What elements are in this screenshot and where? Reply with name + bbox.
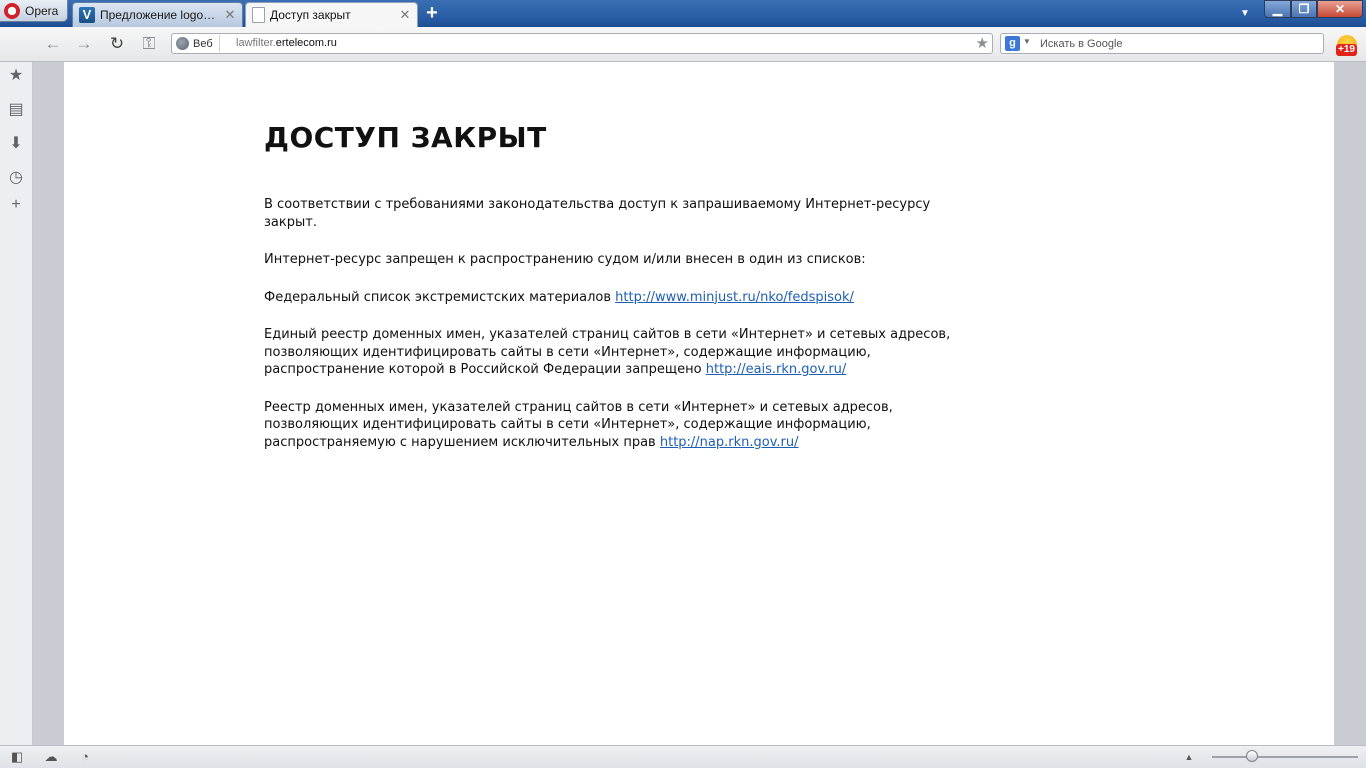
cloud-icon[interactable]: ☁ xyxy=(43,749,59,765)
speedometer-icon[interactable]: ◔ xyxy=(77,749,93,765)
notification-count-badge: +19 xyxy=(1336,44,1357,56)
browser-viewport: ДОСТУП ЗАКРЫТ В соответствии с требовани… xyxy=(33,62,1366,745)
side-panel: ★ ▤ ⬇ ◷ + xyxy=(0,62,33,745)
forward-arrow-icon[interactable]: → xyxy=(73,34,95,54)
history-clock-icon[interactable]: ◷ xyxy=(7,169,25,187)
close-icon[interactable]: ✕ xyxy=(224,8,236,21)
list-item-text: Единый реестр доменных имен, указателей … xyxy=(264,327,951,377)
page-icon xyxy=(252,7,265,23)
downloads-icon[interactable]: ⬇ xyxy=(7,135,25,153)
zoom-slider-handle[interactable] xyxy=(1246,750,1258,762)
zoom-slider-track[interactable] xyxy=(1212,756,1358,758)
eais-link[interactable]: http://eais.rkn.gov.ru/ xyxy=(706,362,847,377)
nap-link[interactable]: http://nap.rkn.gov.ru/ xyxy=(660,435,799,450)
opera-menu-button[interactable]: Opera xyxy=(0,0,68,22)
list-item: Единый реестр доменных имен, указателей … xyxy=(264,326,964,379)
url-prefix: lawfilter. xyxy=(236,37,276,49)
status-bar: ◧ ☁ ◔ ▲ xyxy=(0,745,1366,768)
fedspisok-link[interactable]: http://www.minjust.ru/nko/fedspisok/ xyxy=(615,290,854,305)
bookmark-star-icon[interactable]: ★ xyxy=(976,34,989,52)
list-item: Федеральный список экстремистских матери… xyxy=(264,289,964,307)
notes-icon[interactable]: ▤ xyxy=(7,101,25,119)
google-icon[interactable]: g xyxy=(1005,36,1020,51)
reload-icon[interactable]: ↻ xyxy=(106,34,128,54)
site-info-label: Веб xyxy=(193,37,213,50)
new-tab-button[interactable]: + xyxy=(423,3,441,23)
view-toggle-icon[interactable]: ▲ xyxy=(1181,749,1197,765)
tab-access-closed[interactable]: Доступ закрыт ✕ xyxy=(245,2,418,27)
url-domain: ertelecom.ru xyxy=(275,37,337,49)
tab-title: Доступ закрыт xyxy=(270,8,351,22)
list-item: Реестр доменных имен, указателей страниц… xyxy=(264,399,964,452)
address-bar[interactable]: Веб lawfilter.ertelecom.ru ★ xyxy=(171,33,993,54)
close-icon[interactable]: ✕ xyxy=(399,8,411,21)
search-placeholder: Искать в Google xyxy=(1040,38,1123,50)
list-item-text: Федеральный список экстремистских матери… xyxy=(264,289,616,305)
web-page: ДОСТУП ЗАКРЫТ В соответствии с требовани… xyxy=(64,62,1334,745)
scrollbar[interactable] xyxy=(1334,62,1366,745)
opera-logo-icon xyxy=(4,2,20,19)
site-info-badge[interactable]: Веб xyxy=(176,35,220,52)
tab-title: Предложение logon Ко... xyxy=(100,8,219,22)
key-icon[interactable]: ⚿ xyxy=(138,34,160,54)
back-arrow-icon[interactable]: ← xyxy=(42,34,64,54)
tab-list-chevron-icon[interactable]: ▼ xyxy=(1240,8,1250,19)
address-url[interactable]: lawfilter.ertelecom.ru xyxy=(236,37,337,49)
tab-offer[interactable]: V Предложение logon Ко... ✕ xyxy=(72,2,243,27)
intro-paragraph: В соответствии с требованиями законодате… xyxy=(264,197,931,230)
search-field[interactable]: g ▼ Искать в Google xyxy=(1000,33,1324,54)
navigation-toolbar: ← → ↻ ⚿ Веб lawfilter.ertelecom.ru ★ g ▼… xyxy=(0,27,1366,62)
v-site-icon: V xyxy=(79,7,95,23)
lists-intro-paragraph: Интернет-ресурс запрещен к распространен… xyxy=(264,252,866,267)
page-content: ДОСТУП ЗАКРЫТ В соответствии с требовани… xyxy=(264,120,964,471)
minimize-button[interactable]: ▁ xyxy=(1264,0,1291,18)
bookmarks-star-icon[interactable]: ★ xyxy=(7,67,25,85)
globe-icon xyxy=(176,37,189,50)
close-window-button[interactable]: ✕ xyxy=(1317,0,1363,18)
opera-menu-label: Opera xyxy=(25,3,59,18)
chevron-down-icon[interactable]: ▼ xyxy=(1023,37,1031,46)
page-heading: ДОСТУП ЗАКРЫТ xyxy=(264,121,547,154)
add-panel-icon[interactable]: + xyxy=(7,196,25,214)
restore-button[interactable]: ❐ xyxy=(1291,0,1317,18)
panel-toggle-icon[interactable]: ◧ xyxy=(9,749,25,765)
title-bar: Opera V Предложение logon Ко... ✕ Доступ… xyxy=(0,0,1366,27)
